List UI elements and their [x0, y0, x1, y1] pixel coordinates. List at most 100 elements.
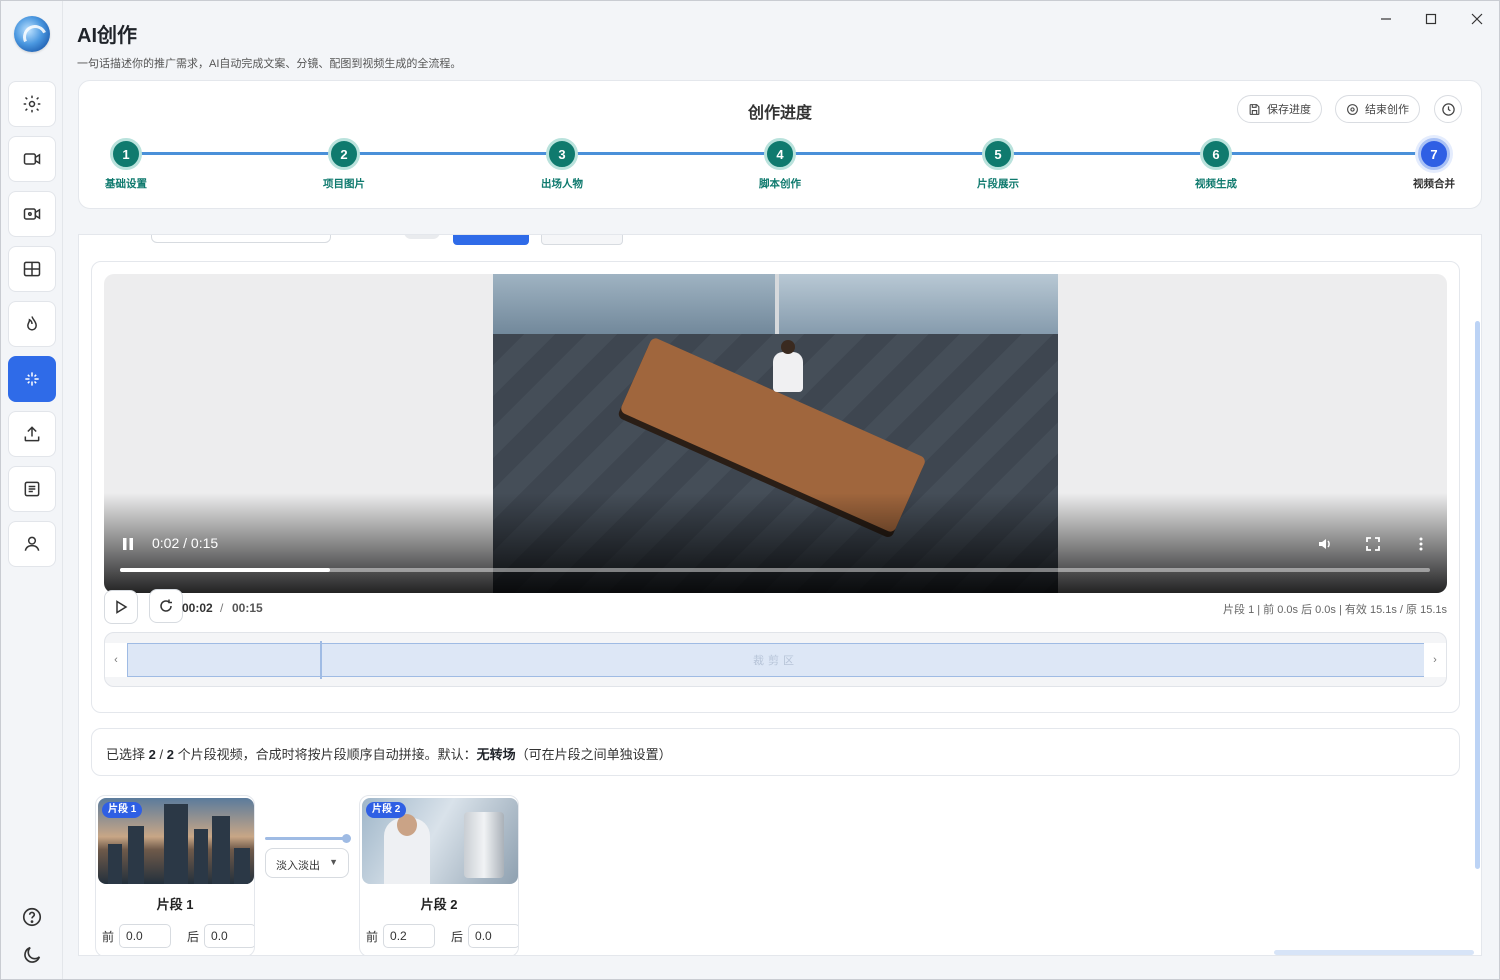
video-camera-icon: [23, 153, 41, 165]
step-number: 2: [328, 138, 360, 170]
sidebar-item-user[interactable]: [8, 521, 56, 567]
before-label: 前: [102, 929, 115, 944]
selection-suffix: （可在片段之间单独设置）: [515, 747, 672, 762]
step-4[interactable]: 4 脚本创作: [735, 138, 825, 191]
clip-card-1[interactable]: 片段 1 片段 1 前 0.0 后 0.0: [95, 795, 255, 955]
close-button[interactable]: [1467, 9, 1487, 29]
clipped-toolbar: [79, 235, 1481, 245]
clip-card-2[interactable]: 片段 2 片段 2 前 0.2 后 0.0: [359, 795, 519, 955]
chevron-down-icon: ▼: [329, 857, 338, 867]
transition-value: 淡入淡出: [276, 860, 320, 872]
transition-dot: [342, 834, 351, 843]
step-label: 出场人物: [541, 178, 583, 190]
fullscreen-icon: [1366, 537, 1380, 551]
upload-icon: [24, 426, 40, 442]
history-button[interactable]: [1434, 95, 1462, 123]
video-volume-button[interactable]: [1315, 534, 1335, 554]
replay-button[interactable]: [149, 589, 183, 623]
step-label: 视频生成: [1195, 178, 1237, 190]
step-7[interactable]: 7 视频合并: [1389, 138, 1479, 191]
trim-handle-left[interactable]: ‹: [105, 643, 127, 677]
step-2[interactable]: 2 项目图片: [299, 138, 389, 191]
clip-name: 片段 2: [420, 897, 458, 912]
step-1[interactable]: 1 基础设置: [81, 138, 171, 191]
save-progress-button[interactable]: 保存进度: [1237, 95, 1322, 123]
trim-after-input[interactable]: 0.0: [468, 924, 518, 948]
trim-handle-right[interactable]: ›: [1424, 643, 1446, 677]
step-label: 脚本创作: [759, 178, 801, 190]
playhead[interactable]: [320, 641, 322, 679]
sidebar-item-document[interactable]: [8, 466, 56, 512]
video-player[interactable]: 0:02 / 0:15: [104, 274, 1447, 593]
trim-before-input[interactable]: 0.2: [383, 924, 436, 948]
step-number: 4: [764, 138, 796, 170]
trim-zone-label: 裁剪区: [753, 655, 798, 667]
transition-line: [265, 837, 347, 840]
minimize-button[interactable]: [1376, 9, 1396, 29]
time-separator: /: [220, 601, 224, 615]
sidebar-item-upload[interactable]: [8, 411, 56, 457]
horizontal-scrollbar[interactable]: [1274, 950, 1474, 955]
clipped-toggle[interactable]: [404, 235, 440, 239]
app-window: AI创作 一句话描述你的推广需求，AI自动完成文案、分镜、配图到视频生成的全流程…: [0, 0, 1500, 980]
user-icon: [24, 536, 40, 551]
video-gradient: [104, 493, 1447, 593]
clipped-input[interactable]: [151, 235, 331, 243]
before-label: 前: [366, 929, 379, 944]
sidebar-item-video-record[interactable]: [8, 191, 56, 237]
progress-card: 创作进度 保存进度 结束创作 1 基础设置 2 项目图片 3 出场人物 4 脚本…: [78, 80, 1482, 209]
minimize-icon: [1381, 18, 1391, 20]
trim-after-input[interactable]: 0.0: [204, 924, 254, 948]
transition-select[interactable]: 淡入淡出 ▼: [265, 848, 349, 878]
selection-info: 已选择 2 / 2 个片段视频，合成时将按片段顺序自动拼接。默认：无转场（可在片…: [91, 728, 1460, 776]
clipped-secondary-button[interactable]: [541, 235, 623, 245]
video-progress-bar[interactable]: [120, 568, 1430, 572]
app-logo: [14, 16, 50, 52]
video-record-icon: [23, 208, 41, 220]
help-button[interactable]: [19, 904, 45, 930]
save-icon: [1249, 103, 1260, 115]
video-pause-button[interactable]: [118, 534, 138, 554]
page-subtitle: 一句话描述你的推广需求，AI自动完成文案、分镜、配图到视频生成的全流程。: [77, 58, 462, 70]
end-creation-button[interactable]: 结束创作: [1335, 95, 1420, 123]
clipped-primary-button[interactable]: [453, 235, 529, 245]
selection-slash: /: [159, 747, 164, 762]
trim-before-input[interactable]: 0.0: [119, 924, 172, 948]
clock-icon: [1441, 102, 1455, 116]
step-5[interactable]: 5 片段展示: [953, 138, 1043, 191]
video-fullscreen-button[interactable]: [1363, 534, 1383, 554]
vertical-scrollbar[interactable]: [1473, 235, 1481, 955]
play-button[interactable]: [104, 590, 138, 624]
more-vertical-icon: [1419, 537, 1423, 551]
pause-icon: [123, 538, 133, 550]
clip-badge: 片段 2: [366, 802, 407, 818]
selection-total: 2: [166, 747, 174, 762]
end-creation-label: 结束创作: [1365, 104, 1409, 116]
step-3[interactable]: 3 出场人物: [517, 138, 607, 191]
sidebar: [1, 1, 63, 979]
flame-icon: [27, 316, 37, 331]
transition-control: 淡入淡出 ▼: [265, 830, 351, 890]
trim-timeline[interactable]: 裁剪区 ‹ ›: [104, 632, 1447, 687]
video-time: 0:02 / 0:15: [152, 535, 219, 551]
clip-trim-row: 前 0.0 后 0.0: [102, 924, 254, 948]
sidebar-item-ai-create[interactable]: [8, 356, 56, 402]
total-time: 00:15: [232, 601, 263, 615]
step-number: 3: [546, 138, 578, 170]
clip-trim-row: 前 0.2 后 0.0: [366, 924, 518, 948]
theme-toggle-button[interactable]: [19, 942, 45, 968]
frame-window-left: [493, 274, 775, 342]
sidebar-item-hot[interactable]: [8, 301, 56, 347]
default-transition: 无转场: [476, 747, 516, 762]
sidebar-item-settings[interactable]: [8, 81, 56, 127]
gear-icon: [23, 95, 41, 113]
after-label: 后: [451, 929, 464, 944]
sidebar-item-grid[interactable]: [8, 246, 56, 292]
selection-text: 个片段视频，合成时将按片段顺序自动拼接。默认：: [177, 747, 477, 762]
video-more-button[interactable]: [1411, 534, 1431, 554]
sidebar-item-video[interactable]: [8, 136, 56, 182]
maximize-button[interactable]: [1421, 9, 1441, 29]
step-6[interactable]: 6 视频生成: [1171, 138, 1261, 191]
clip-name: 片段 1: [156, 897, 194, 912]
grid-icon: [23, 261, 41, 277]
